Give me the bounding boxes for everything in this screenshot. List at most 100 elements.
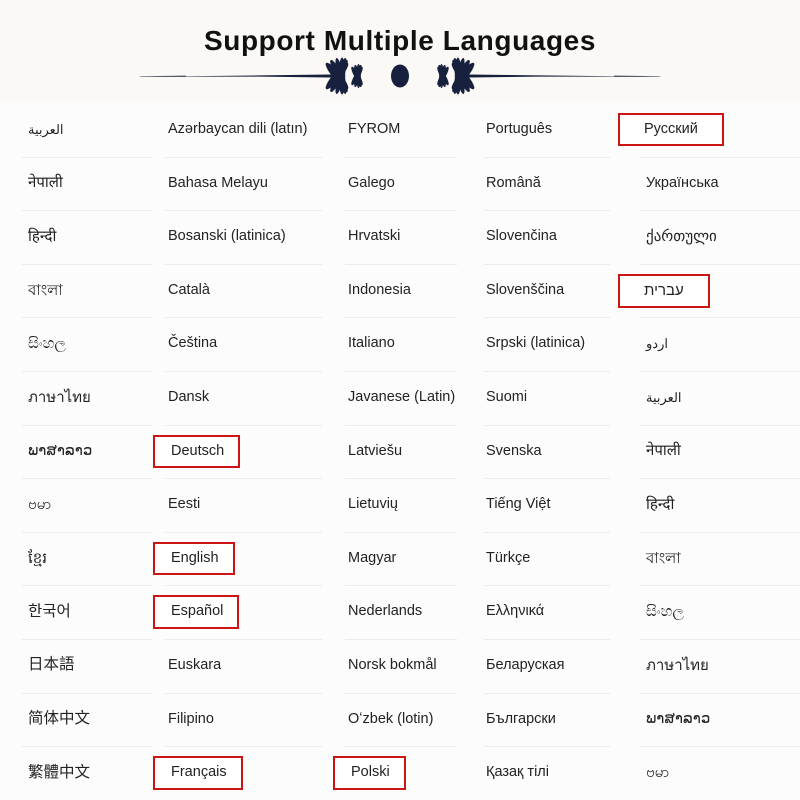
language-option[interactable]: Українська: [620, 156, 800, 211]
language-option[interactable]: Português: [470, 103, 620, 157]
language-option[interactable]: Norsk bokmål: [335, 638, 470, 693]
language-option[interactable]: Azərbaycan dili (latın): [155, 103, 335, 157]
page-header: Support Multiple Languages: [0, 0, 800, 103]
language-option[interactable]: Oʻzbek (lotin): [335, 692, 470, 747]
language-label: Русский: [618, 113, 724, 147]
language-label: Română: [486, 174, 541, 191]
language-option[interactable]: Hrvatski: [335, 210, 470, 264]
language-option[interactable]: हिन्दी: [0, 210, 155, 264]
language-option[interactable]: Magyar: [335, 531, 470, 586]
language-label: Français: [153, 756, 243, 790]
language-option[interactable]: ພາສາລາວ: [0, 424, 155, 479]
language-option[interactable]: Català: [155, 263, 335, 318]
language-option[interactable]: Slovenščina: [470, 263, 620, 318]
language-label: ภาษาไทย: [646, 656, 709, 674]
language-option-highlighted[interactable]: עברית: [618, 263, 800, 318]
language-option[interactable]: Galego: [335, 156, 470, 211]
language-label: हिन्दी: [28, 227, 57, 245]
language-option[interactable]: नेपाली: [0, 156, 155, 211]
language-option[interactable]: ພາສາລາວ: [620, 692, 800, 747]
language-option[interactable]: සිංහල: [620, 585, 800, 639]
language-option[interactable]: العربية: [620, 370, 800, 425]
language-option[interactable]: Dansk: [155, 370, 335, 425]
language-option[interactable]: Tiếng Việt: [470, 478, 620, 532]
language-option-highlighted[interactable]: Polski: [333, 746, 470, 800]
language-option[interactable]: हिन्दी: [620, 478, 800, 532]
language-option[interactable]: বাংলা: [0, 263, 155, 318]
language-label: Norsk bokmål: [348, 657, 437, 674]
language-column-4: Português Română Slovenčina Slovenščina Srps…: [470, 103, 620, 800]
language-label: Bosanski (latinica): [168, 228, 286, 245]
language-label: Euskara: [168, 657, 222, 674]
language-option[interactable]: Indonesia: [335, 263, 470, 318]
language-option-highlighted[interactable]: English: [153, 531, 335, 586]
language-option[interactable]: Lietuvių: [335, 478, 470, 532]
language-label: Deutsch: [153, 434, 241, 469]
language-option[interactable]: Bosanski (latinica): [155, 210, 335, 264]
language-label: සිංහල: [28, 335, 66, 353]
language-label: Magyar: [348, 549, 397, 566]
language-label: বাংলা: [28, 281, 63, 299]
language-option[interactable]: العربية: [0, 103, 155, 157]
language-option[interactable]: Eesti: [155, 478, 335, 532]
language-option[interactable]: Ελληνικά: [470, 585, 620, 639]
language-option[interactable]: ဗမာ: [0, 478, 155, 532]
language-label: Latviešu: [348, 442, 403, 459]
language-option[interactable]: Filipino: [155, 692, 335, 747]
language-option[interactable]: 한국어: [0, 585, 155, 639]
language-option[interactable]: ဗမာ: [620, 746, 800, 800]
language-label: اردو: [646, 336, 668, 352]
language-option-highlighted[interactable]: Deutsch: [153, 424, 335, 479]
language-option[interactable]: ქართული: [620, 210, 800, 264]
language-option[interactable]: Nederlands: [335, 585, 470, 639]
language-label: Беларуская: [486, 657, 565, 674]
language-option[interactable]: ภาษาไทย: [620, 638, 800, 693]
language-option[interactable]: বাংলা: [620, 531, 800, 586]
language-option[interactable]: FYROM: [335, 103, 470, 157]
language-option[interactable]: ภาษาไทย: [0, 370, 155, 425]
language-option[interactable]: සිංහල: [0, 317, 155, 371]
language-label: العربية: [28, 122, 64, 137]
language-label: සිංහල: [646, 603, 684, 621]
language-label: Italiano: [348, 335, 395, 352]
language-label: Srpski (latinica): [486, 335, 586, 352]
language-option[interactable]: Қазақ тілі: [470, 746, 620, 800]
language-label: FYROM: [348, 121, 401, 138]
language-label: Tiếng Việt: [486, 496, 551, 513]
language-option[interactable]: Čeština: [155, 317, 335, 371]
language-label: ქართული: [646, 227, 717, 245]
language-label: Ελληνικά: [486, 603, 545, 620]
language-label: Қазақ тілі: [486, 764, 549, 781]
language-option[interactable]: Беларуская: [470, 638, 620, 693]
language-label: Українська: [646, 174, 719, 191]
decorative-divider-ornament: [140, 57, 660, 95]
language-option[interactable]: 简体中文: [0, 692, 155, 747]
language-option[interactable]: Български: [470, 692, 620, 747]
language-option[interactable]: Javanese (Latin): [335, 370, 470, 425]
language-option[interactable]: Srpski (latinica): [470, 317, 620, 371]
language-option[interactable]: Svenska: [470, 424, 620, 479]
language-option[interactable]: Bahasa Melayu: [155, 156, 335, 211]
language-label: ဗမာ: [646, 763, 670, 781]
language-label: नेपाली: [646, 442, 681, 460]
language-option[interactable]: ខ្មែរ: [0, 531, 155, 586]
language-option-highlighted[interactable]: Русский: [618, 103, 800, 157]
language-option[interactable]: 日本語: [0, 638, 155, 693]
language-option[interactable]: Latviešu: [335, 424, 470, 479]
language-option[interactable]: Türkçe: [470, 531, 620, 586]
language-option-highlighted[interactable]: Français: [153, 746, 335, 800]
language-label: Galego: [348, 174, 395, 191]
language-option[interactable]: اردو: [620, 317, 800, 371]
language-option[interactable]: नेपाली: [620, 424, 800, 479]
language-label: Suomi: [486, 389, 528, 406]
language-option[interactable]: Italiano: [335, 317, 470, 371]
language-label: Polski: [333, 756, 406, 790]
language-option[interactable]: Suomi: [470, 370, 620, 425]
language-option[interactable]: 繁體中文: [0, 746, 155, 800]
language-label: Hrvatski: [348, 228, 401, 245]
language-column-2: Azərbaycan dili (latın) Bahasa Melayu Bosa…: [153, 103, 335, 800]
language-option-highlighted[interactable]: Español: [153, 585, 335, 639]
language-option[interactable]: Slovenčina: [470, 210, 620, 264]
language-option[interactable]: Euskara: [155, 638, 335, 693]
language-option[interactable]: Română: [470, 156, 620, 211]
